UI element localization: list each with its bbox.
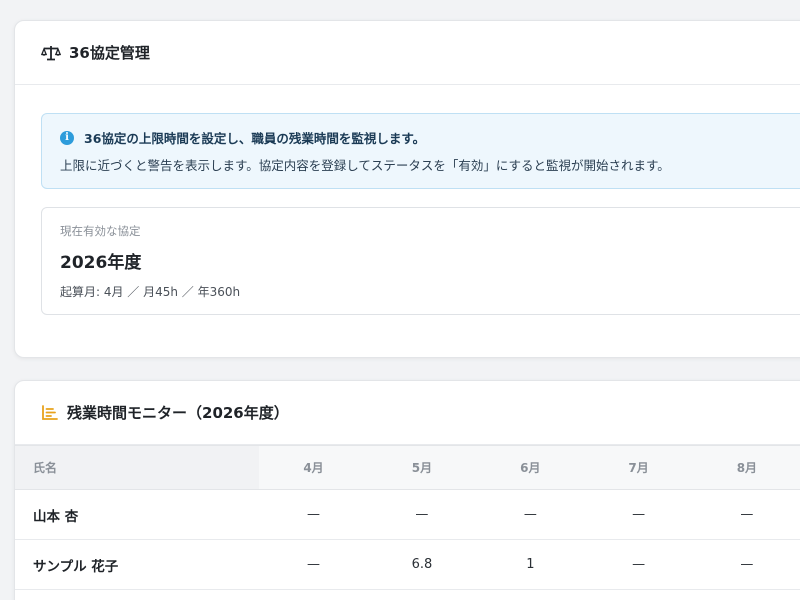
overtime-value: — — [476, 489, 585, 540]
employee-name: 山本 杏 — [15, 489, 260, 540]
column-header-month[interactable]: 6月 — [476, 445, 585, 490]
current-agreement-panel: 現在有効な協定 2026年度 起算月: 4月 ／ 月45h ／ 年360h — [41, 207, 800, 315]
current-agreement-year: 2026年度 — [60, 253, 142, 273]
overtime-table: 氏名 4月 5月 6月 7月 8月 山本 杏 — — — — — サンプル 花子… — [15, 445, 800, 590]
column-header-month[interactable]: 5月 — [367, 445, 477, 490]
overtime-value: — — [259, 489, 368, 540]
scale-icon — [41, 45, 61, 61]
table-row[interactable]: サンプル 花子 — 6.8 1 — — — [15, 539, 800, 590]
column-header-month[interactable]: 7月 — [584, 445, 693, 490]
agreement-card: 36協定管理 i 36協定の上限時間を設定し、職員の残業時間を監視します。 上限… — [14, 20, 800, 358]
column-header-month[interactable]: 4月 — [259, 445, 368, 490]
overtime-value: — — [584, 539, 693, 590]
info-body: 上限に近づくと警告を表示します。協定内容を登録してステータスを「有効」にすると監… — [60, 158, 670, 173]
overtime-monitor-card: 残業時間モニター（2026年度） 氏名 4月 5月 6月 7月 8月 山本 杏 … — [14, 380, 800, 600]
column-header-name[interactable]: 氏名 — [15, 445, 260, 490]
monitor-card-header: 残業時間モニター（2026年度） — [15, 381, 800, 445]
current-agreement-meta: 起算月: 4月 ／ 月45h ／ 年360h — [60, 285, 241, 299]
overtime-value: 1 — [476, 539, 585, 590]
table-header-row: 氏名 4月 5月 6月 7月 8月 — [15, 445, 800, 490]
table-row[interactable]: 山本 杏 — — — — — — [15, 489, 800, 540]
overtime-value: — — [692, 489, 800, 540]
overtime-value: — — [259, 539, 368, 590]
overtime-value: — — [367, 489, 477, 540]
current-agreement-label: 現在有効な協定 — [60, 224, 141, 238]
column-header-month[interactable]: 8月 — [692, 445, 800, 490]
bar-chart-icon — [41, 404, 59, 421]
overtime-value: — — [692, 539, 800, 590]
overtime-value: — — [584, 489, 693, 540]
agreement-card-header: 36協定管理 — [15, 21, 800, 85]
monitor-title: 残業時間モニター（2026年度） — [67, 404, 289, 422]
overtime-value: 6.8 — [367, 539, 477, 590]
employee-name: サンプル 花子 — [15, 539, 260, 590]
info-headline: 36協定の上限時間を設定し、職員の残業時間を監視します。 — [84, 131, 426, 146]
page-title: 36協定管理 — [69, 44, 150, 62]
info-icon: i — [60, 130, 74, 145]
info-banner: i 36協定の上限時間を設定し、職員の残業時間を監視します。 上限に近づくと警告… — [41, 113, 800, 189]
